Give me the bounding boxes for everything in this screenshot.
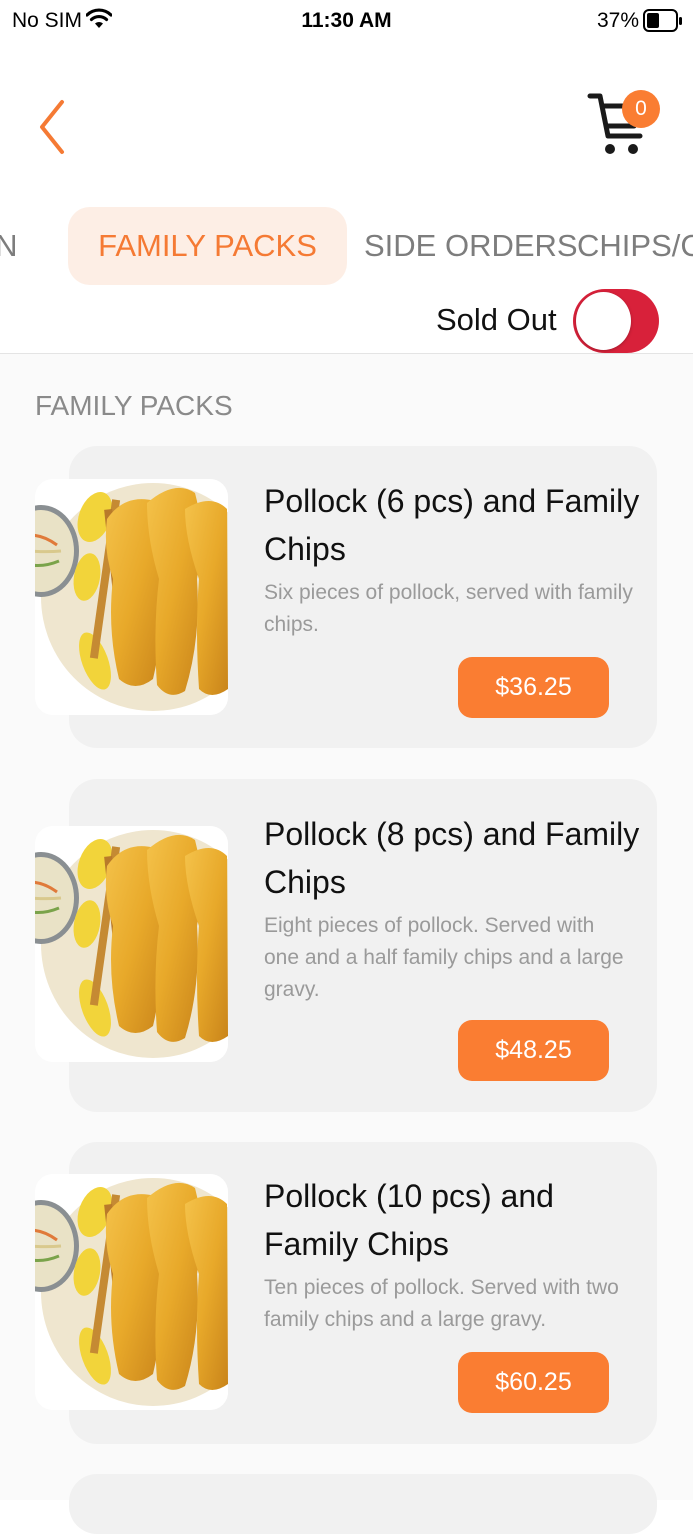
item-description: Six pieces of pollock, served with famil… bbox=[264, 581, 633, 636]
item-image bbox=[35, 479, 228, 715]
menu-item-card[interactable] bbox=[69, 1474, 657, 1534]
item-description: Eight pieces of pollock. Served with one… bbox=[264, 914, 624, 1001]
item-name: Pollock (8 pcs) and Family Chips bbox=[264, 816, 640, 900]
tab-chicken[interactable]: CHICKEN bbox=[0, 207, 18, 285]
menu-item-card[interactable]: Pollock (10 pcs) and Family Chips Ten pi… bbox=[35, 1142, 657, 1444]
status-time: 11:30 AM bbox=[301, 9, 392, 32]
item-name: Pollock (10 pcs) and Family Chips bbox=[264, 1178, 554, 1262]
tab-side-orders[interactable]: SIDE ORDERS bbox=[364, 207, 578, 285]
price-button[interactable]: $48.25 bbox=[458, 1020, 609, 1081]
back-button[interactable] bbox=[30, 96, 76, 158]
sold-out-label: Sold Out bbox=[436, 302, 557, 337]
section-title: FAMILY PACKS bbox=[35, 390, 233, 421]
tab-family-packs[interactable]: FAMILY PACKS bbox=[68, 207, 347, 285]
menu-item-card[interactable]: Pollock (8 pcs) and Family Chips Eight p… bbox=[35, 779, 657, 1112]
cart-button[interactable]: 0 bbox=[586, 88, 664, 160]
item-description: Ten pieces of pollock. Served with two f… bbox=[264, 1276, 619, 1331]
price-button[interactable]: $60.25 bbox=[458, 1352, 609, 1413]
tab-chips[interactable]: CHIPS/C bbox=[577, 207, 693, 285]
category-tabs: CHICKEN FAMILY PACKS SIDE ORDERS CHIPS/C bbox=[0, 207, 693, 285]
item-name: Pollock (6 pcs) and Family Chips bbox=[264, 483, 640, 567]
item-image bbox=[35, 826, 228, 1062]
sold-out-toggle[interactable] bbox=[573, 289, 659, 353]
battery-percent: 37% bbox=[597, 9, 640, 32]
chevron-left-icon bbox=[40, 100, 64, 154]
menu-item-card[interactable]: Pollock (6 pcs) and Family Chips Six pie… bbox=[35, 446, 657, 748]
toggle-knob bbox=[576, 292, 631, 350]
cart-count-badge: 0 bbox=[622, 90, 660, 128]
item-image bbox=[35, 1174, 228, 1410]
price-button[interactable]: $36.25 bbox=[458, 657, 609, 718]
status-bar: No SIM 11:30 AM 37% bbox=[0, 0, 693, 44]
battery-icon bbox=[643, 9, 683, 38]
